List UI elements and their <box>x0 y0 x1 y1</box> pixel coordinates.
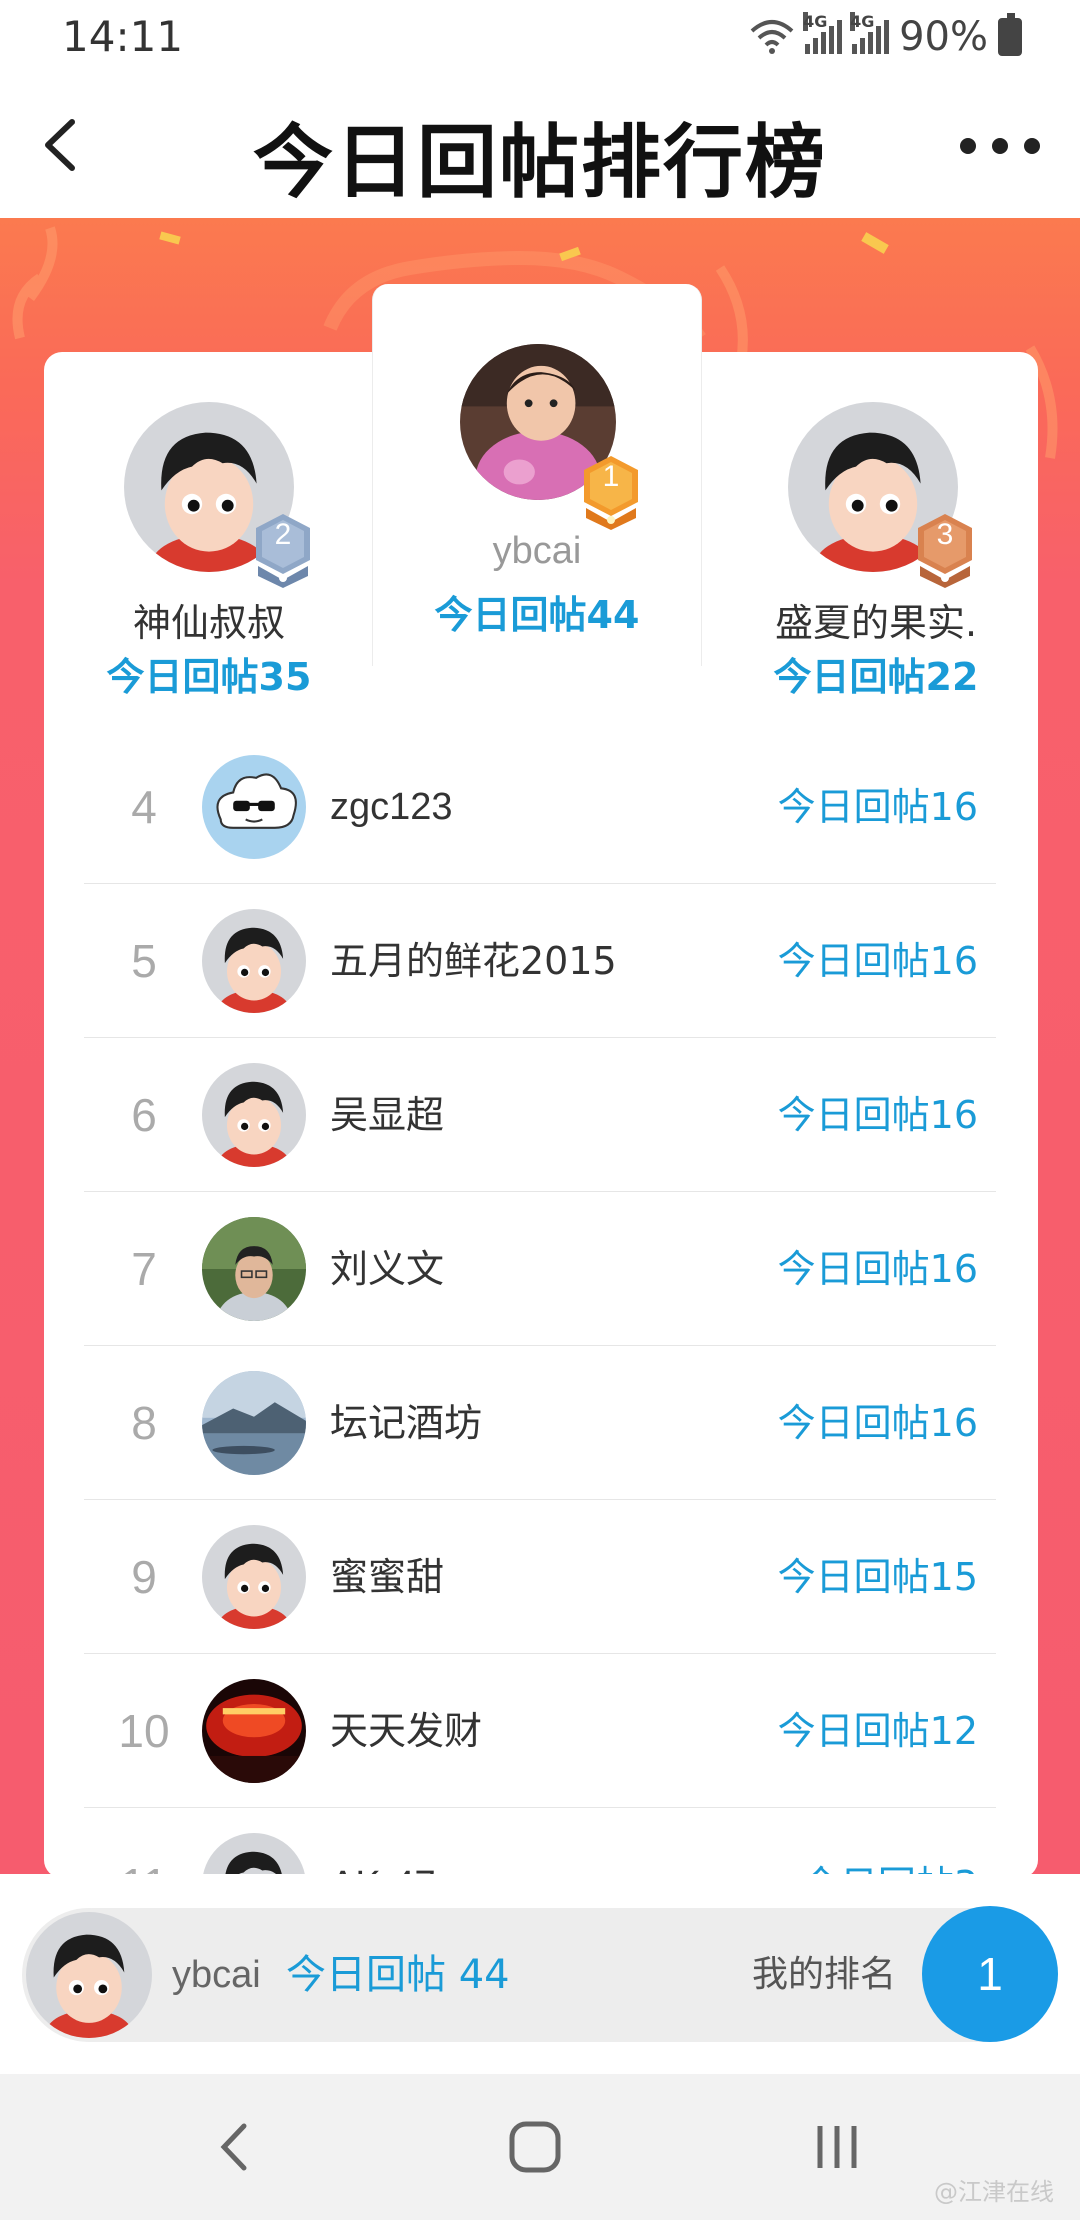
rank-number: 8 <box>131 1397 157 1449</box>
avatar <box>202 1217 306 1321</box>
user-name: 刘义文 <box>330 1247 445 1291</box>
reply-count: 今日回帖16 <box>777 939 978 983</box>
user-name: 吴显超 <box>330 1093 445 1137</box>
list-item[interactable]: 8 坛记酒坊 今日回帖16 <box>84 1346 996 1500</box>
page-title: 今日回帖排行榜 <box>253 116 827 209</box>
battery-percent: 90% <box>899 14 988 60</box>
medal-rank: 3 <box>936 518 954 551</box>
more-options-icon[interactable] <box>960 128 1040 164</box>
reply-count: 今日回帖16 <box>777 1247 978 1291</box>
podium-name: 盛夏的果实. <box>774 601 978 645</box>
reply-count: 今日回帖16 <box>777 1093 978 1137</box>
rank-number: 5 <box>131 935 157 987</box>
user-name: zgc123 <box>330 786 453 828</box>
user-name: 坛记酒坊 <box>330 1401 483 1445</box>
signal-icon-2: 4G <box>850 12 890 54</box>
list-item[interactable]: 4 zgc123 今日回帖16 <box>84 730 996 884</box>
list-item[interactable]: 7 刘义文 今日回帖16 <box>84 1192 996 1346</box>
medal-rank: 1 <box>602 460 620 493</box>
my-name: ybcai <box>172 1954 261 1996</box>
avatar <box>202 1525 306 1629</box>
nav-back-icon[interactable] <box>190 2102 280 2192</box>
app-header: 今日回帖排行榜 <box>0 72 1080 218</box>
my-rank-bar[interactable]: ybcai 今日回帖 44 我的排名 1 <box>0 1874 1080 2074</box>
status-time: 14:11 <box>62 12 184 61</box>
podium-count: 今日回帖44 <box>434 593 640 637</box>
rank-number: 9 <box>131 1551 157 1603</box>
list-item[interactable]: 9 蜜蜜甜 今日回帖15 <box>84 1500 996 1654</box>
rank-number: 4 <box>131 781 157 833</box>
list-item[interactable]: 5 五月的鲜花2015 今日回帖16 <box>84 884 996 1038</box>
rank-number: 7 <box>131 1243 157 1295</box>
podium-name: 神仙叔叔 <box>132 601 285 645</box>
podium-count: 今日回帖35 <box>106 655 312 699</box>
reply-count: 今日回帖15 <box>777 1555 978 1599</box>
my-avatar <box>22 1908 156 2042</box>
status-bar: 14:11 4G 4G 90% <box>0 0 1080 72</box>
reply-count: 今日回帖16 <box>777 785 978 829</box>
podium-name: ybcai <box>492 530 582 572</box>
my-reply-count: 今日回帖 44 <box>286 1952 510 1998</box>
status-icons: 4G 4G 90% <box>749 12 1022 62</box>
list-item[interactable]: 10 天天发财 今日回帖12 <box>84 1654 996 1808</box>
avatar <box>202 1063 306 1167</box>
signal-icon-1: 4G <box>803 12 843 54</box>
avatar <box>202 1371 306 1475</box>
medal-rank: 2 <box>274 518 292 551</box>
nav-home-icon[interactable] <box>490 2102 580 2192</box>
battery-charging-icon <box>998 13 1022 56</box>
my-rank-label: 我的排名 <box>752 1954 897 1995</box>
reply-count: 今日回帖16 <box>777 1401 978 1445</box>
my-rank-badge: 1 <box>922 1906 1058 2042</box>
podium-count: 今日回帖22 <box>773 655 979 699</box>
rank-number: 6 <box>131 1089 157 1141</box>
avatar <box>202 755 306 859</box>
reply-count: 今日回帖12 <box>777 1709 978 1753</box>
user-name: 天天发财 <box>330 1709 483 1753</box>
user-name: 五月的鲜花2015 <box>330 939 617 983</box>
user-name: 蜜蜜甜 <box>330 1555 445 1599</box>
avatar <box>202 909 306 1013</box>
system-nav-bar <box>0 2074 1080 2220</box>
rank-number: 10 <box>118 1705 170 1757</box>
nav-recents-icon[interactable] <box>792 2102 882 2192</box>
avatar <box>202 1679 306 1783</box>
watermark: @江津在线 <box>934 2178 1054 2206</box>
list-item[interactable]: 6 吴显超 今日回帖16 <box>84 1038 996 1192</box>
wifi-icon <box>750 20 794 54</box>
